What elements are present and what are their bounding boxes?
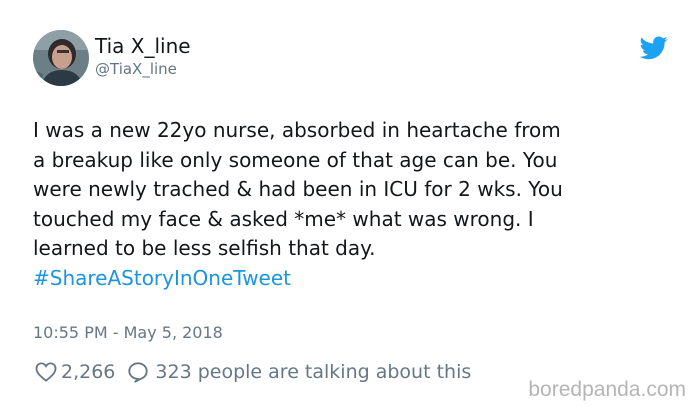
tweet-line: a breakup like only someone of that age … [33, 147, 558, 172]
avatar-photo [33, 30, 89, 86]
hashtag-link[interactable]: #ShareAStoryInOneTweet [33, 264, 683, 294]
tweet-line: I was a new 22yo nurse, absorbed in hear… [33, 118, 561, 142]
tweet-card: Tia X_line @TiaX_line I was a new 22yo n… [0, 0, 700, 415]
boredpanda-watermark: boredpanda.com [528, 378, 686, 401]
tweet-timestamp[interactable]: 10:55 PM - May 5, 2018 [33, 323, 223, 342]
tweet-line: learned to be less selfish that day. [33, 236, 376, 260]
author-display-name[interactable]: Tia X_line [95, 34, 191, 58]
tweet-actions: 2,266 323 people are talking about this [35, 358, 471, 386]
reply-bubble-icon[interactable] [127, 361, 149, 383]
tweet-line: were newly trached & had been in ICU for… [33, 177, 563, 201]
author-handle[interactable]: @TiaX_line [95, 60, 177, 78]
conversation-link[interactable]: 323 people are talking about this [155, 361, 471, 383]
like-count: 2,266 [61, 361, 116, 383]
heart-icon[interactable] [35, 362, 57, 382]
tweet-text: I was a new 22yo nurse, absorbed in hear… [33, 116, 683, 293]
avatar[interactable] [33, 30, 89, 86]
tweet-line: touched my face & asked *me* what was wr… [33, 206, 534, 231]
twitter-bird-icon[interactable] [640, 36, 668, 60]
